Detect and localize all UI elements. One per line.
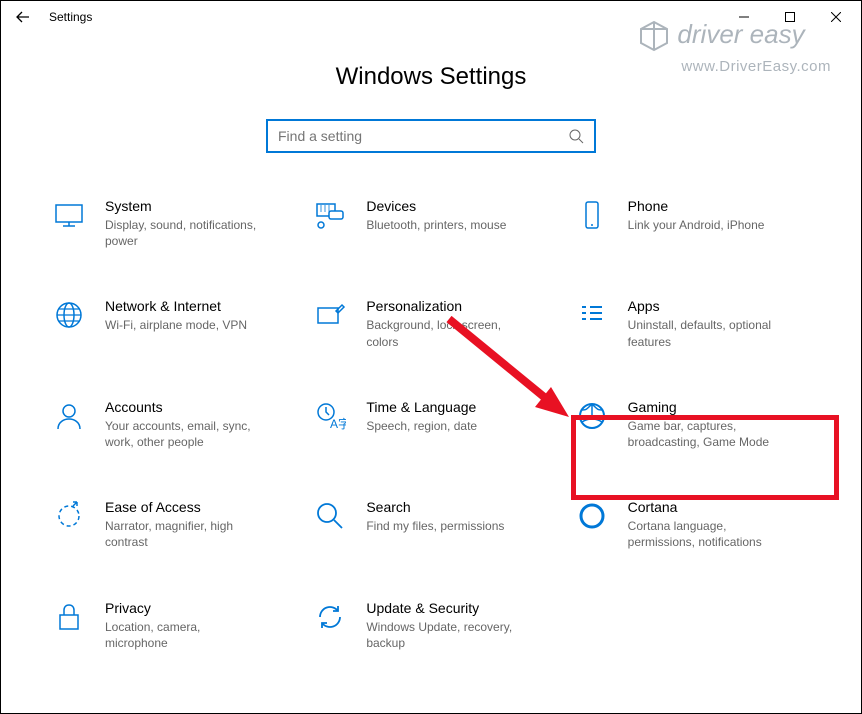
tile-desc: Location, camera, microphone	[105, 619, 265, 651]
search-tile-icon	[312, 498, 348, 534]
tile-title: Accounts	[105, 399, 265, 415]
minimize-icon	[739, 12, 749, 22]
tile-title: Phone	[628, 198, 765, 214]
tile-search[interactable]: Search Find my files, permissions	[308, 494, 559, 554]
tile-gaming[interactable]: Gaming Game bar, captures, broadcasting, …	[570, 394, 821, 454]
back-arrow-icon	[15, 9, 31, 25]
devices-icon	[312, 197, 348, 233]
tile-ease-of-access[interactable]: Ease of Access Narrator, magnifier, high …	[47, 494, 298, 554]
minimize-button[interactable]	[721, 1, 767, 33]
tile-network[interactable]: Network & Internet Wi-Fi, airplane mode, …	[47, 293, 298, 353]
apps-icon	[574, 297, 610, 333]
tile-desc: Game bar, captures, broadcasting, Game M…	[628, 418, 788, 450]
page-title: Windows Settings	[1, 63, 861, 91]
tile-desc: Windows Update, recovery, backup	[366, 619, 526, 651]
svg-text:A字: A字	[330, 416, 346, 431]
tile-title: Update & Security	[366, 600, 526, 616]
ease-of-access-icon	[51, 498, 87, 534]
titlebar: Settings	[1, 1, 861, 33]
tile-desc: Wi-Fi, airplane mode, VPN	[105, 317, 247, 333]
window-controls	[721, 1, 859, 33]
window-title: Settings	[49, 10, 92, 24]
tile-desc: Cortana language, permissions, notificat…	[628, 518, 788, 550]
tile-desc: Narrator, magnifier, high contrast	[105, 518, 265, 550]
accounts-icon	[51, 398, 87, 434]
system-icon	[51, 197, 87, 233]
tile-desc: Link your Android, iPhone	[628, 217, 765, 233]
search-icon	[568, 128, 584, 144]
tile-desc: Display, sound, notifications, power	[105, 217, 265, 249]
tile-title: Privacy	[105, 600, 265, 616]
tile-title: Network & Internet	[105, 298, 247, 314]
tile-personalization[interactable]: Personalization Background, lock screen, …	[308, 293, 559, 353]
tile-phone[interactable]: Phone Link your Android, iPhone	[570, 193, 821, 253]
tile-accounts[interactable]: Accounts Your accounts, email, sync, work…	[47, 394, 298, 454]
tile-title: Gaming	[628, 399, 788, 415]
personalization-icon	[312, 297, 348, 333]
tile-devices[interactable]: Devices Bluetooth, printers, mouse	[308, 193, 559, 253]
time-language-icon: A字	[312, 398, 348, 434]
tile-title: System	[105, 198, 265, 214]
tile-desc: Find my files, permissions	[366, 518, 504, 534]
close-button[interactable]	[813, 1, 859, 33]
tile-title: Ease of Access	[105, 499, 265, 515]
search-box[interactable]	[266, 119, 596, 153]
tile-title: Apps	[628, 298, 788, 314]
cortana-icon	[574, 498, 610, 534]
settings-grid: System Display, sound, notifications, pow…	[1, 153, 861, 675]
search-container	[1, 119, 861, 153]
privacy-icon	[51, 599, 87, 635]
maximize-icon	[785, 12, 795, 22]
back-button[interactable]	[3, 1, 43, 33]
tile-desc: Background, lock screen, colors	[366, 317, 526, 349]
maximize-button[interactable]	[767, 1, 813, 33]
tile-title: Devices	[366, 198, 506, 214]
update-security-icon	[312, 599, 348, 635]
network-icon	[51, 297, 87, 333]
tile-apps[interactable]: Apps Uninstall, defaults, optional featur…	[570, 293, 821, 353]
tile-title: Time & Language	[366, 399, 477, 415]
tile-privacy[interactable]: Privacy Location, camera, microphone	[47, 595, 298, 655]
tile-title: Personalization	[366, 298, 526, 314]
tile-title: Cortana	[628, 499, 788, 515]
phone-icon	[574, 197, 610, 233]
tile-cortana[interactable]: Cortana Cortana language, permissions, no…	[570, 494, 821, 554]
tile-desc: Bluetooth, printers, mouse	[366, 217, 506, 233]
tile-system[interactable]: System Display, sound, notifications, pow…	[47, 193, 298, 253]
tile-desc: Speech, region, date	[366, 418, 477, 434]
tile-desc: Uninstall, defaults, optional features	[628, 317, 788, 349]
tile-title: Search	[366, 499, 504, 515]
tile-desc: Your accounts, email, sync, work, other …	[105, 418, 265, 450]
close-icon	[831, 12, 841, 22]
tile-time-language[interactable]: A字 Time & Language Speech, region, date	[308, 394, 559, 454]
gaming-icon	[574, 398, 610, 434]
tile-update-security[interactable]: Update & Security Windows Update, recover…	[308, 595, 559, 655]
search-input[interactable]	[278, 128, 568, 144]
